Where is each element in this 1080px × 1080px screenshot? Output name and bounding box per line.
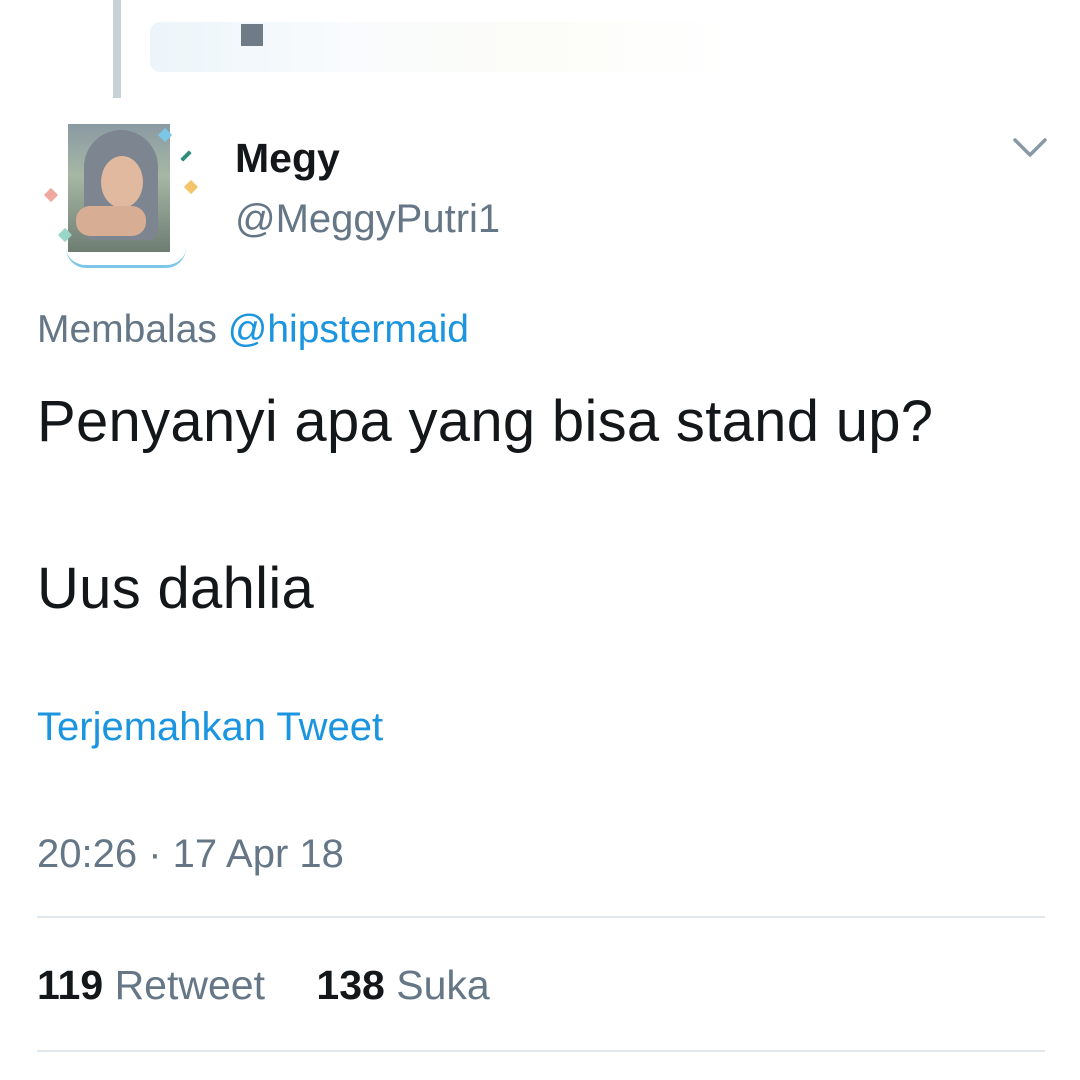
divider [37, 916, 1045, 918]
avatar-confetti [43, 187, 59, 203]
chevron-down-icon[interactable] [1010, 130, 1050, 166]
tweet-timestamp[interactable]: 20:26 · 17 Apr 18 [37, 832, 344, 877]
reply-mention-link[interactable]: @hipstermaid [228, 308, 469, 351]
retweet-stat[interactable]: 119 Retweet [37, 962, 265, 1009]
author-name[interactable]: Megy [235, 135, 340, 182]
avatar-frame-arc [66, 248, 186, 268]
retweet-count: 119 [37, 962, 104, 1008]
translate-tweet-link[interactable]: Terjemahkan Tweet [37, 705, 383, 750]
like-label: Suka [396, 962, 490, 1008]
tweet-text-line-2: Uus dahlia [37, 556, 315, 621]
avatar-confetti [180, 150, 192, 162]
previous-tweet-media-icon [241, 24, 263, 46]
like-count: 138 [316, 962, 385, 1008]
like-stat[interactable]: 138 Suka [316, 962, 489, 1009]
reply-prefix: Membalas [37, 308, 217, 351]
tweet-text-line-1: Penyanyi apa yang bisa stand up? [37, 389, 934, 454]
avatar-face-shape [101, 156, 143, 208]
reply-context: Membalas @hipstermaid [37, 308, 469, 352]
engagement-stats: 119 Retweet 138 Suka [37, 962, 530, 1009]
previous-tweet-fragment [150, 22, 730, 72]
author-handle[interactable]: @MeggyPutri1 [235, 197, 500, 242]
avatar-arm-shape [76, 206, 146, 236]
tweet-detail-view: Megy @MeggyPutri1 Membalas @hipstermaid … [0, 0, 1080, 1080]
retweet-label: Retweet [114, 962, 265, 1008]
divider [37, 1050, 1045, 1052]
thread-connector-line [113, 0, 121, 98]
avatar[interactable] [40, 120, 199, 270]
avatar-confetti [183, 179, 199, 195]
avatar-photo [68, 124, 170, 252]
